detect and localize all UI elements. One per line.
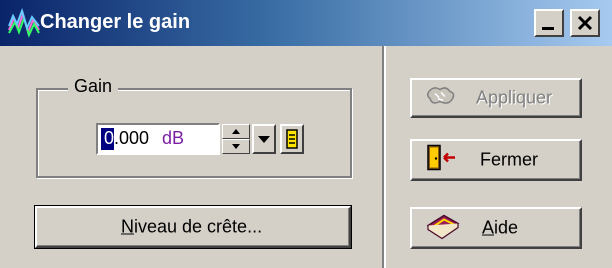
apply-button[interactable]: Appliquer	[410, 78, 582, 118]
close-dialog-button[interactable]: Fermer	[410, 139, 582, 181]
close-icon	[577, 15, 593, 31]
gain-value-input[interactable]: 0.000 dB	[96, 123, 220, 155]
window-title: Changer le gain	[40, 11, 191, 33]
level-meter-button[interactable]	[280, 124, 304, 154]
apply-icon	[426, 84, 460, 113]
arrow-down-icon	[232, 144, 240, 149]
apply-button-label: Appliquer	[476, 87, 553, 108]
gain-value-decimals: .000	[114, 128, 150, 148]
level-meter-icon	[286, 129, 298, 149]
minimize-button[interactable]	[534, 9, 564, 37]
peak-level-button-label: Niveau de crête...	[121, 217, 262, 238]
help-button-label: Aide	[482, 218, 518, 239]
gain-dropdown-button[interactable]	[252, 124, 276, 154]
close-button[interactable]	[570, 9, 600, 37]
panel-divider	[382, 46, 386, 268]
spin-down-button[interactable]	[222, 139, 250, 154]
close-dialog-button-label: Fermer	[480, 149, 538, 170]
gain-spinner[interactable]	[222, 124, 250, 154]
dropdown-arrow-icon	[258, 136, 270, 143]
help-book-icon	[426, 212, 460, 245]
title-bar[interactable]: Changer le gain	[0, 0, 612, 46]
dialog-window: Changer le gain Gain 0.000 dB Niveau de …	[0, 0, 612, 268]
help-button[interactable]: Aide	[410, 207, 582, 249]
help-accelerator: A	[482, 217, 495, 238]
gain-group-label: Gain	[68, 76, 119, 97]
gain-unit-label: dB	[162, 128, 185, 148]
exit-door-icon	[426, 144, 458, 177]
minimize-icon	[542, 27, 554, 30]
gain-value-first-digit: 0	[104, 128, 115, 148]
peak-level-button[interactable]: Niveau de crête...	[35, 206, 351, 248]
peak-level-label-rest: iveau de crête...	[134, 216, 263, 237]
gain-value-text: 0.000	[104, 128, 149, 149]
spin-up-button[interactable]	[222, 124, 250, 139]
waveform-app-icon	[8, 7, 40, 38]
arrow-up-icon	[232, 129, 240, 134]
peak-level-accelerator: N	[121, 216, 134, 237]
help-label-rest: ide	[494, 217, 519, 238]
